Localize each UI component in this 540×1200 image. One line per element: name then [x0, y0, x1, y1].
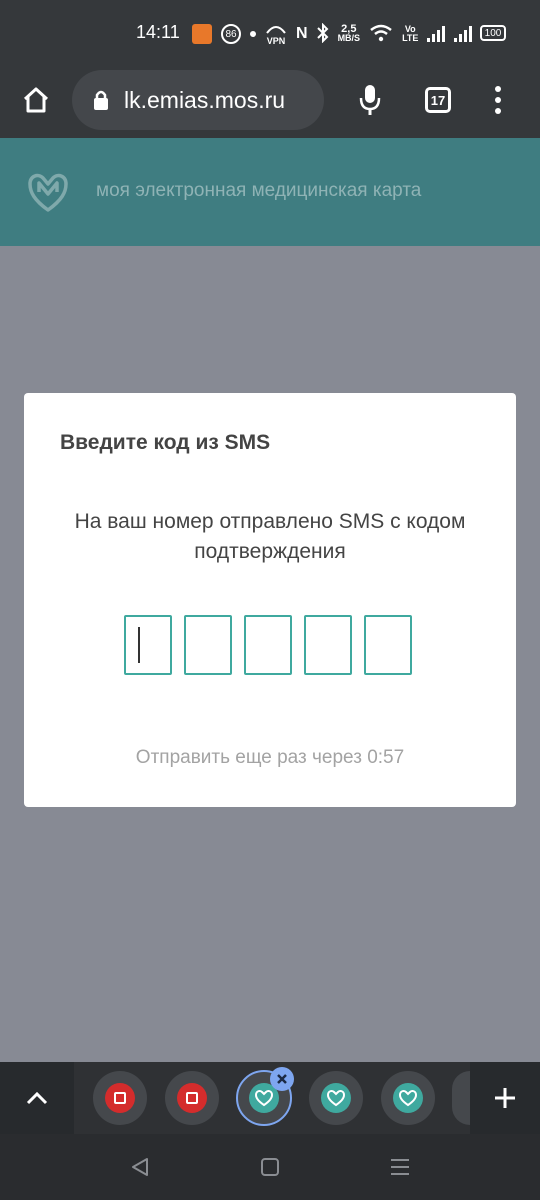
emias-heart-icon — [321, 1083, 351, 1113]
signal-1-icon — [427, 26, 446, 42]
vpn-icon: VPN — [265, 23, 287, 46]
bluetooth-icon — [316, 22, 329, 46]
home-square-icon — [261, 1158, 279, 1176]
wifi-icon — [369, 24, 393, 45]
site-header: моя электронная медицинская карта — [0, 138, 540, 246]
app-notification-icon — [192, 24, 212, 44]
emias-logo-icon — [28, 173, 68, 212]
dialog-title: Введите код из SMS — [60, 431, 271, 454]
code-digit-input-4[interactable] — [304, 615, 352, 675]
code-digit-input-2[interactable] — [184, 615, 232, 675]
url-text: lk.emias.mos.ru — [124, 86, 286, 113]
tab-strip — [0, 1062, 540, 1134]
home-nav-button[interactable] — [254, 1151, 286, 1183]
more-vert-icon[interactable] — [478, 78, 518, 122]
lock-icon — [90, 89, 112, 111]
chevron-up-icon — [26, 1091, 48, 1105]
new-tab-button[interactable] — [470, 1062, 540, 1134]
sms-code-inputs — [124, 615, 412, 675]
tab-item-partial[interactable] — [452, 1071, 470, 1125]
tab-item[interactable] — [93, 1071, 147, 1125]
status-time: 14:11 — [136, 22, 180, 42]
battery-icon: 100 — [480, 25, 506, 41]
home-button[interactable] — [14, 78, 58, 122]
signal-2-icon — [454, 26, 473, 42]
system-nav-bar — [0, 1134, 540, 1200]
address-bar[interactable]: lk.emias.mos.ru — [72, 70, 324, 130]
code-digit-input-1[interactable] — [124, 615, 172, 675]
home-icon — [23, 87, 49, 113]
dialog-description: На ваш номер отправлено SMS с кодом подт… — [74, 510, 466, 563]
more-notifications-dot-icon — [250, 31, 256, 37]
tab-switcher-button[interactable]: 17 — [416, 78, 460, 122]
tab-item[interactable] — [309, 1071, 363, 1125]
tabs-count: 17 — [425, 87, 451, 113]
code-digit-input-5[interactable] — [364, 615, 412, 675]
red-square-icon — [105, 1083, 135, 1113]
tab-item[interactable] — [165, 1071, 219, 1125]
browser-toolbar: lk.emias.mos.ru 17 — [0, 66, 540, 138]
tab-item[interactable] — [381, 1071, 435, 1125]
expand-tabs-button[interactable] — [0, 1062, 74, 1134]
code-digit-input-3[interactable] — [244, 615, 292, 675]
back-triangle-icon — [132, 1158, 148, 1176]
volte-icon: Vo LTE — [402, 24, 419, 43]
sms-code-dialog: Введите код из SMS На ваш номер отправле… — [24, 393, 516, 807]
recents-button[interactable] — [384, 1151, 416, 1183]
net-speed: 2,5 MB/S — [337, 23, 361, 43]
emias-heart-icon — [393, 1083, 423, 1113]
recents-lines-icon — [391, 1159, 409, 1175]
status-icons: 86 VPN N 2,5 MB/S Vo LTE — [192, 22, 473, 46]
back-button[interactable] — [124, 1151, 156, 1183]
mic-icon — [359, 85, 381, 115]
close-tab-button[interactable] — [270, 1067, 294, 1091]
voice-search-button[interactable] — [348, 78, 392, 122]
status-bar: 14:11 86 VPN N 2,5 MB/S Vo LTE 100 — [0, 0, 540, 66]
close-icon — [277, 1074, 287, 1084]
plus-icon — [495, 1088, 515, 1108]
site-tagline: моя электронная медицинская карта — [96, 180, 422, 201]
resend-countdown: Отправить еще раз через 0:57 — [135, 747, 405, 768]
notification-count-badge: 86 — [221, 24, 241, 44]
nfc-icon: N — [296, 25, 308, 42]
red-square-icon — [177, 1083, 207, 1113]
